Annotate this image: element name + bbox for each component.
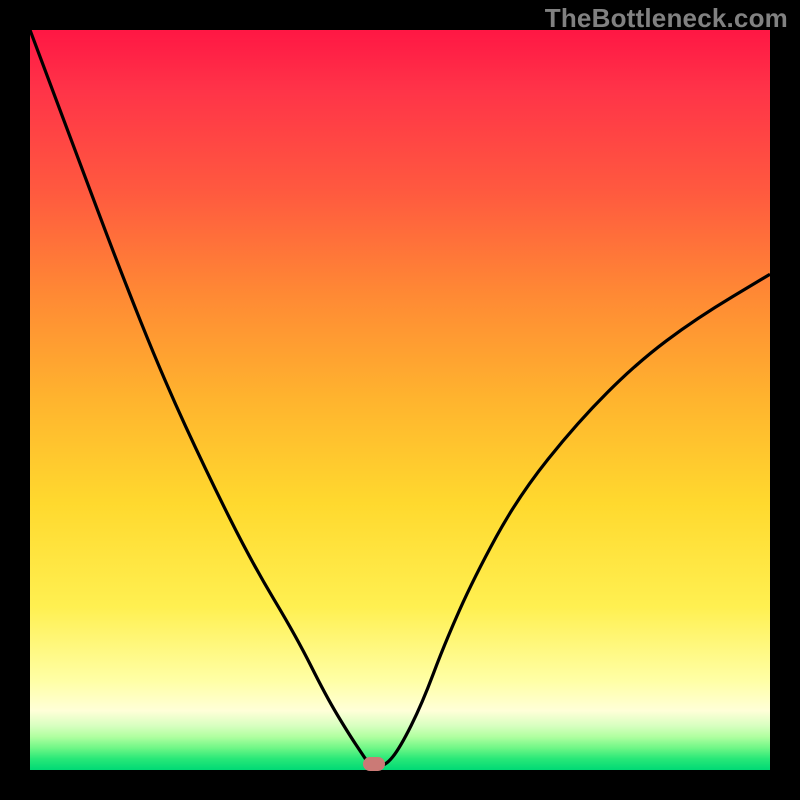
bottleneck-curve (30, 30, 770, 766)
plot-area (30, 30, 770, 770)
watermark-text: TheBottleneck.com (545, 3, 788, 34)
minimum-marker (363, 757, 385, 771)
chart-frame: TheBottleneck.com (0, 0, 800, 800)
curve-svg (30, 30, 770, 770)
